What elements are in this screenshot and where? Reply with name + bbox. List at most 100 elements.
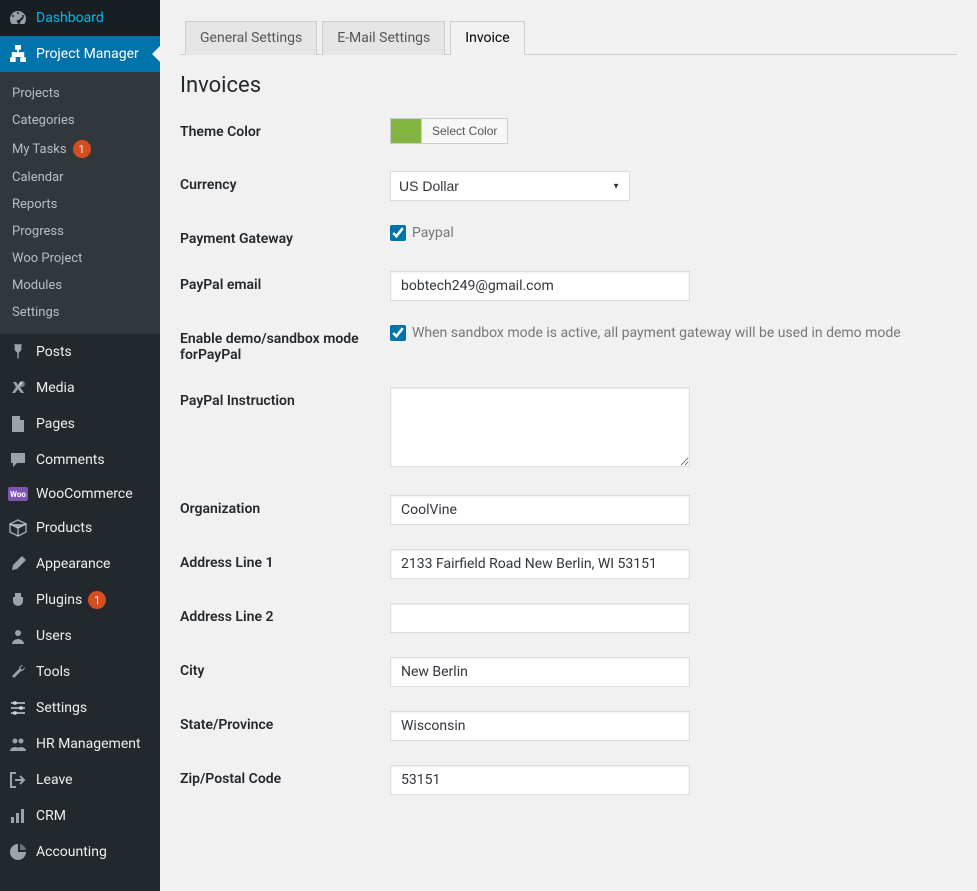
label: Pages xyxy=(36,416,75,432)
label: Posts xyxy=(36,344,72,360)
exit-icon xyxy=(8,770,28,790)
label: Dashboard xyxy=(36,10,104,26)
group-icon xyxy=(8,734,28,754)
wrench-icon xyxy=(8,662,28,682)
pin-icon xyxy=(8,342,28,362)
label: CRM xyxy=(36,808,66,824)
plug-icon xyxy=(8,590,28,610)
label: Accounting xyxy=(36,844,107,860)
label-city: City xyxy=(180,657,390,679)
settings-tabs: General Settings E-Mail Settings Invoice xyxy=(180,20,957,55)
pie-icon xyxy=(8,842,28,862)
woo-icon: Woo xyxy=(8,487,28,501)
sidebar-item-products[interactable]: Products xyxy=(0,510,160,546)
sliders-icon xyxy=(8,698,28,718)
select-color-button[interactable]: Select Color xyxy=(421,119,507,143)
tab-email[interactable]: E-Mail Settings xyxy=(322,21,445,55)
user-icon xyxy=(8,626,28,646)
sidebar-item-pages[interactable]: Pages xyxy=(0,406,160,442)
zip-input[interactable] xyxy=(390,765,690,795)
brush-icon xyxy=(8,554,28,574)
sidebar-item-plugins[interactable]: Plugins 1 xyxy=(0,582,160,618)
paypal-option-label: Paypal xyxy=(412,225,454,241)
admin-sidebar: Dashboard Project Manager Projects Categ… xyxy=(0,0,160,891)
label-address2: Address Line 2 xyxy=(180,603,390,625)
main-content: General Settings E-Mail Settings Invoice… xyxy=(160,0,977,891)
comment-icon xyxy=(8,450,28,470)
sidebar-item-accounting[interactable]: Accounting xyxy=(0,834,160,870)
sidebar-item-posts[interactable]: Posts xyxy=(0,334,160,370)
label: Users xyxy=(36,628,72,644)
dashboard-icon xyxy=(8,8,28,28)
label: Appearance xyxy=(36,556,110,572)
label-address1: Address Line 1 xyxy=(180,549,390,571)
products-icon xyxy=(8,518,28,538)
sandbox-checkbox[interactable] xyxy=(390,325,406,341)
label: HR Management xyxy=(36,736,141,752)
paypal-instruction-textarea[interactable] xyxy=(390,387,690,467)
page-icon xyxy=(8,414,28,434)
label-paypal-email: PayPal email xyxy=(180,271,390,293)
sidebar-item-comments[interactable]: Comments xyxy=(0,442,160,478)
label-zip: Zip/Postal Code xyxy=(180,765,390,787)
label-paypal-instruction: PayPal Instruction xyxy=(180,387,390,409)
tab-general[interactable]: General Settings xyxy=(185,21,317,55)
state-input[interactable] xyxy=(390,711,690,741)
sub-modules[interactable]: Modules xyxy=(0,272,160,299)
label-currency: Currency xyxy=(180,171,390,193)
organization-input[interactable] xyxy=(390,495,690,525)
label: Tools xyxy=(36,664,70,680)
sub-categories[interactable]: Categories xyxy=(0,107,160,134)
sub-progress[interactable]: Progress xyxy=(0,218,160,245)
tab-invoice[interactable]: Invoice xyxy=(450,21,524,55)
label-sandbox: Enable demo/sandbox mode forPayPal xyxy=(180,325,390,363)
sub-projects[interactable]: Projects xyxy=(0,80,160,107)
label-state: State/Province xyxy=(180,711,390,733)
label: Products xyxy=(36,520,92,536)
sidebar-item-appearance[interactable]: Appearance xyxy=(0,546,160,582)
sidebar-item-tools[interactable]: Tools xyxy=(0,654,160,690)
color-swatch xyxy=(391,119,421,143)
label-theme-color: Theme Color xyxy=(180,118,390,140)
label: Media xyxy=(36,380,75,396)
label-organization: Organization xyxy=(180,495,390,517)
sidebar-item-project-manager[interactable]: Project Manager xyxy=(0,36,160,72)
city-input[interactable] xyxy=(390,657,690,687)
color-picker[interactable]: Select Color xyxy=(390,118,508,144)
sandbox-desc: When sandbox mode is active, all payment… xyxy=(412,325,901,341)
sidebar-item-hr[interactable]: HR Management xyxy=(0,726,160,762)
address1-input[interactable] xyxy=(390,549,690,579)
label: Leave xyxy=(36,772,73,788)
label: WooCommerce xyxy=(36,486,133,502)
label: Settings xyxy=(36,700,87,716)
label-payment-gateway: Payment Gateway xyxy=(180,225,390,247)
label: Comments xyxy=(36,452,105,468)
badge: 1 xyxy=(88,591,106,609)
sub-woo-project[interactable]: Woo Project xyxy=(0,245,160,272)
badge: 1 xyxy=(73,140,91,158)
currency-select[interactable]: US Dollar xyxy=(390,171,630,201)
media-icon xyxy=(8,378,28,398)
paypal-checkbox[interactable] xyxy=(390,225,406,241)
sidebar-item-settings[interactable]: Settings xyxy=(0,690,160,726)
sidebar-item-dashboard[interactable]: Dashboard xyxy=(0,0,160,36)
sub-calendar[interactable]: Calendar xyxy=(0,164,160,191)
paypal-checkbox-wrap[interactable]: Paypal xyxy=(390,225,957,241)
address2-input[interactable] xyxy=(390,603,690,633)
sidebar-item-leave[interactable]: Leave xyxy=(0,762,160,798)
label: Plugins xyxy=(36,592,82,608)
sub-my-tasks[interactable]: My Tasks1 xyxy=(0,134,160,164)
page-title: Invoices xyxy=(180,73,957,98)
label: Project Manager xyxy=(36,46,139,62)
sub-reports[interactable]: Reports xyxy=(0,191,160,218)
sidebar-submenu: Projects Categories My Tasks1 Calendar R… xyxy=(0,72,160,334)
sidebar-item-crm[interactable]: CRM xyxy=(0,798,160,834)
sidebar-item-media[interactable]: Media xyxy=(0,370,160,406)
sidebar-item-woocommerce[interactable]: Woo WooCommerce xyxy=(0,478,160,510)
sidebar-item-users[interactable]: Users xyxy=(0,618,160,654)
chart-icon xyxy=(8,806,28,826)
invoice-form: Theme Color Select Color Currency US Dol… xyxy=(180,118,957,795)
paypal-email-input[interactable] xyxy=(390,271,690,301)
sandbox-checkbox-wrap[interactable]: When sandbox mode is active, all payment… xyxy=(390,325,957,341)
sub-settings[interactable]: Settings xyxy=(0,299,160,326)
